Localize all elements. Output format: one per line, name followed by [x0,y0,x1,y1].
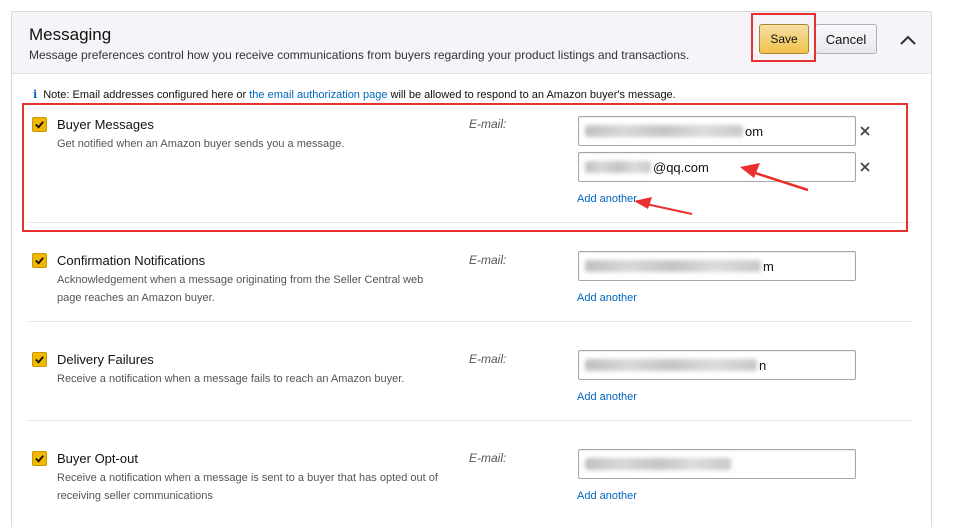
add-another-link[interactable]: Add another [577,292,637,304]
note-prefix: Note: Email addresses configured here or [43,89,250,101]
row-title: Buyer Opt-out [57,451,138,466]
email-visible-suffix: m [763,258,774,274]
buyer-opt-out-checkbox[interactable] [32,451,47,466]
divider [28,321,912,322]
note-suffix: will be allowed to respond to an Amazon … [387,89,676,101]
chevron-up-icon[interactable] [898,30,918,50]
divider [28,420,912,421]
save-annotation-box [751,13,816,62]
row-description: Receive a notification when a message fa… [57,373,405,385]
cancel-button[interactable]: Cancel [815,24,877,54]
notification-row-buyer-opt-out: Buyer Opt-out Receive a notification whe… [28,446,912,520]
checkmark-icon [35,455,44,463]
checkmark-icon [35,356,44,364]
row-title: Delivery Failures [57,352,154,367]
notification-row-delivery-failures: Delivery Failures Receive a notification… [28,347,912,421]
redacted-text [585,359,757,371]
page-title: Messaging [29,25,112,44]
email-input[interactable] [578,449,856,479]
page-description: Message preferences control how you rece… [29,48,690,62]
email-visible-suffix: n [759,357,767,373]
email-label: E-mail: [469,352,507,366]
delivery-failures-checkbox[interactable] [32,352,47,367]
row-description: Receive a notification when a message is… [57,472,438,502]
redacted-text [585,260,761,272]
checkmark-icon [35,257,44,265]
info-note: i Note: Email addresses configured here o… [33,88,676,101]
email-input[interactable]: n [578,350,856,380]
buyer-messages-annotation-box [22,103,908,232]
notification-row-confirmation: Confirmation Notifications Acknowledgeme… [28,248,912,322]
add-another-link[interactable]: Add another [577,490,637,502]
add-another-link[interactable]: Add another [577,391,637,403]
email-input[interactable]: m [578,251,856,281]
row-title: Confirmation Notifications [57,253,206,268]
email-label: E-mail: [469,253,507,267]
redacted-text [585,458,731,470]
confirmation-notifications-checkbox[interactable] [32,253,47,268]
email-label: E-mail: [469,451,507,465]
row-description: Acknowledgement when a message originati… [57,274,424,304]
email-authorization-link[interactable]: the email authorization page [249,89,387,101]
info-icon: i [33,88,38,101]
